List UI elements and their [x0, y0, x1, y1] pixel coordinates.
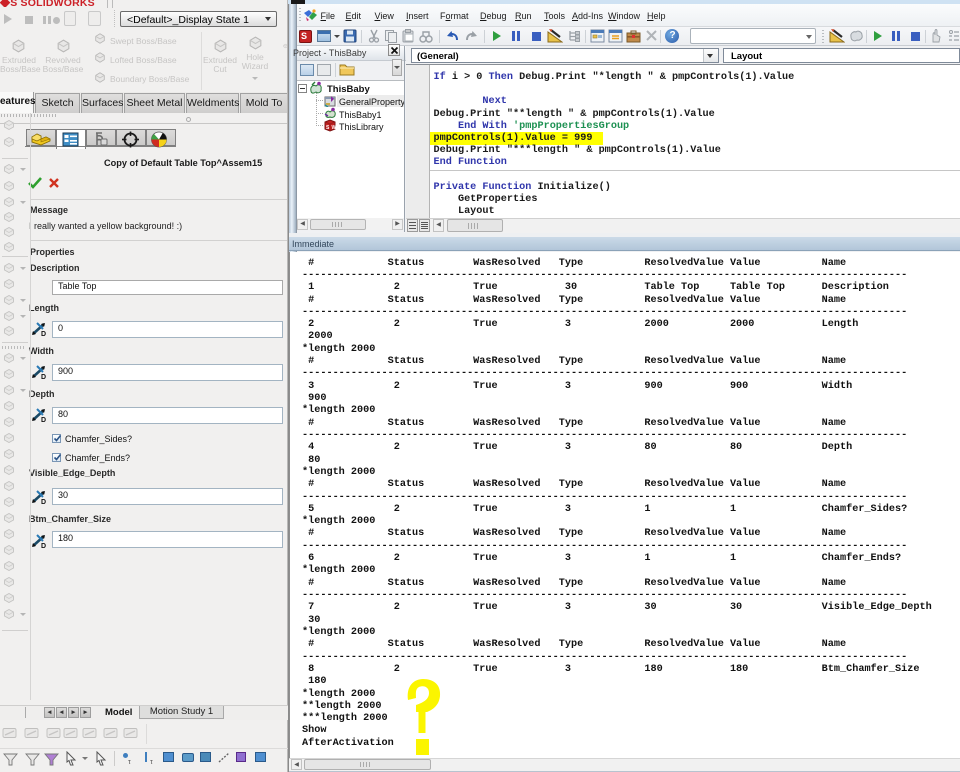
svg-text:D: D: [41, 417, 46, 423]
svg-text:W: W: [332, 125, 337, 131]
svg-text:D: D: [41, 499, 46, 505]
svg-text:D: D: [41, 543, 46, 549]
svg-text:D: D: [41, 331, 46, 337]
svg-text:D: D: [41, 374, 46, 380]
